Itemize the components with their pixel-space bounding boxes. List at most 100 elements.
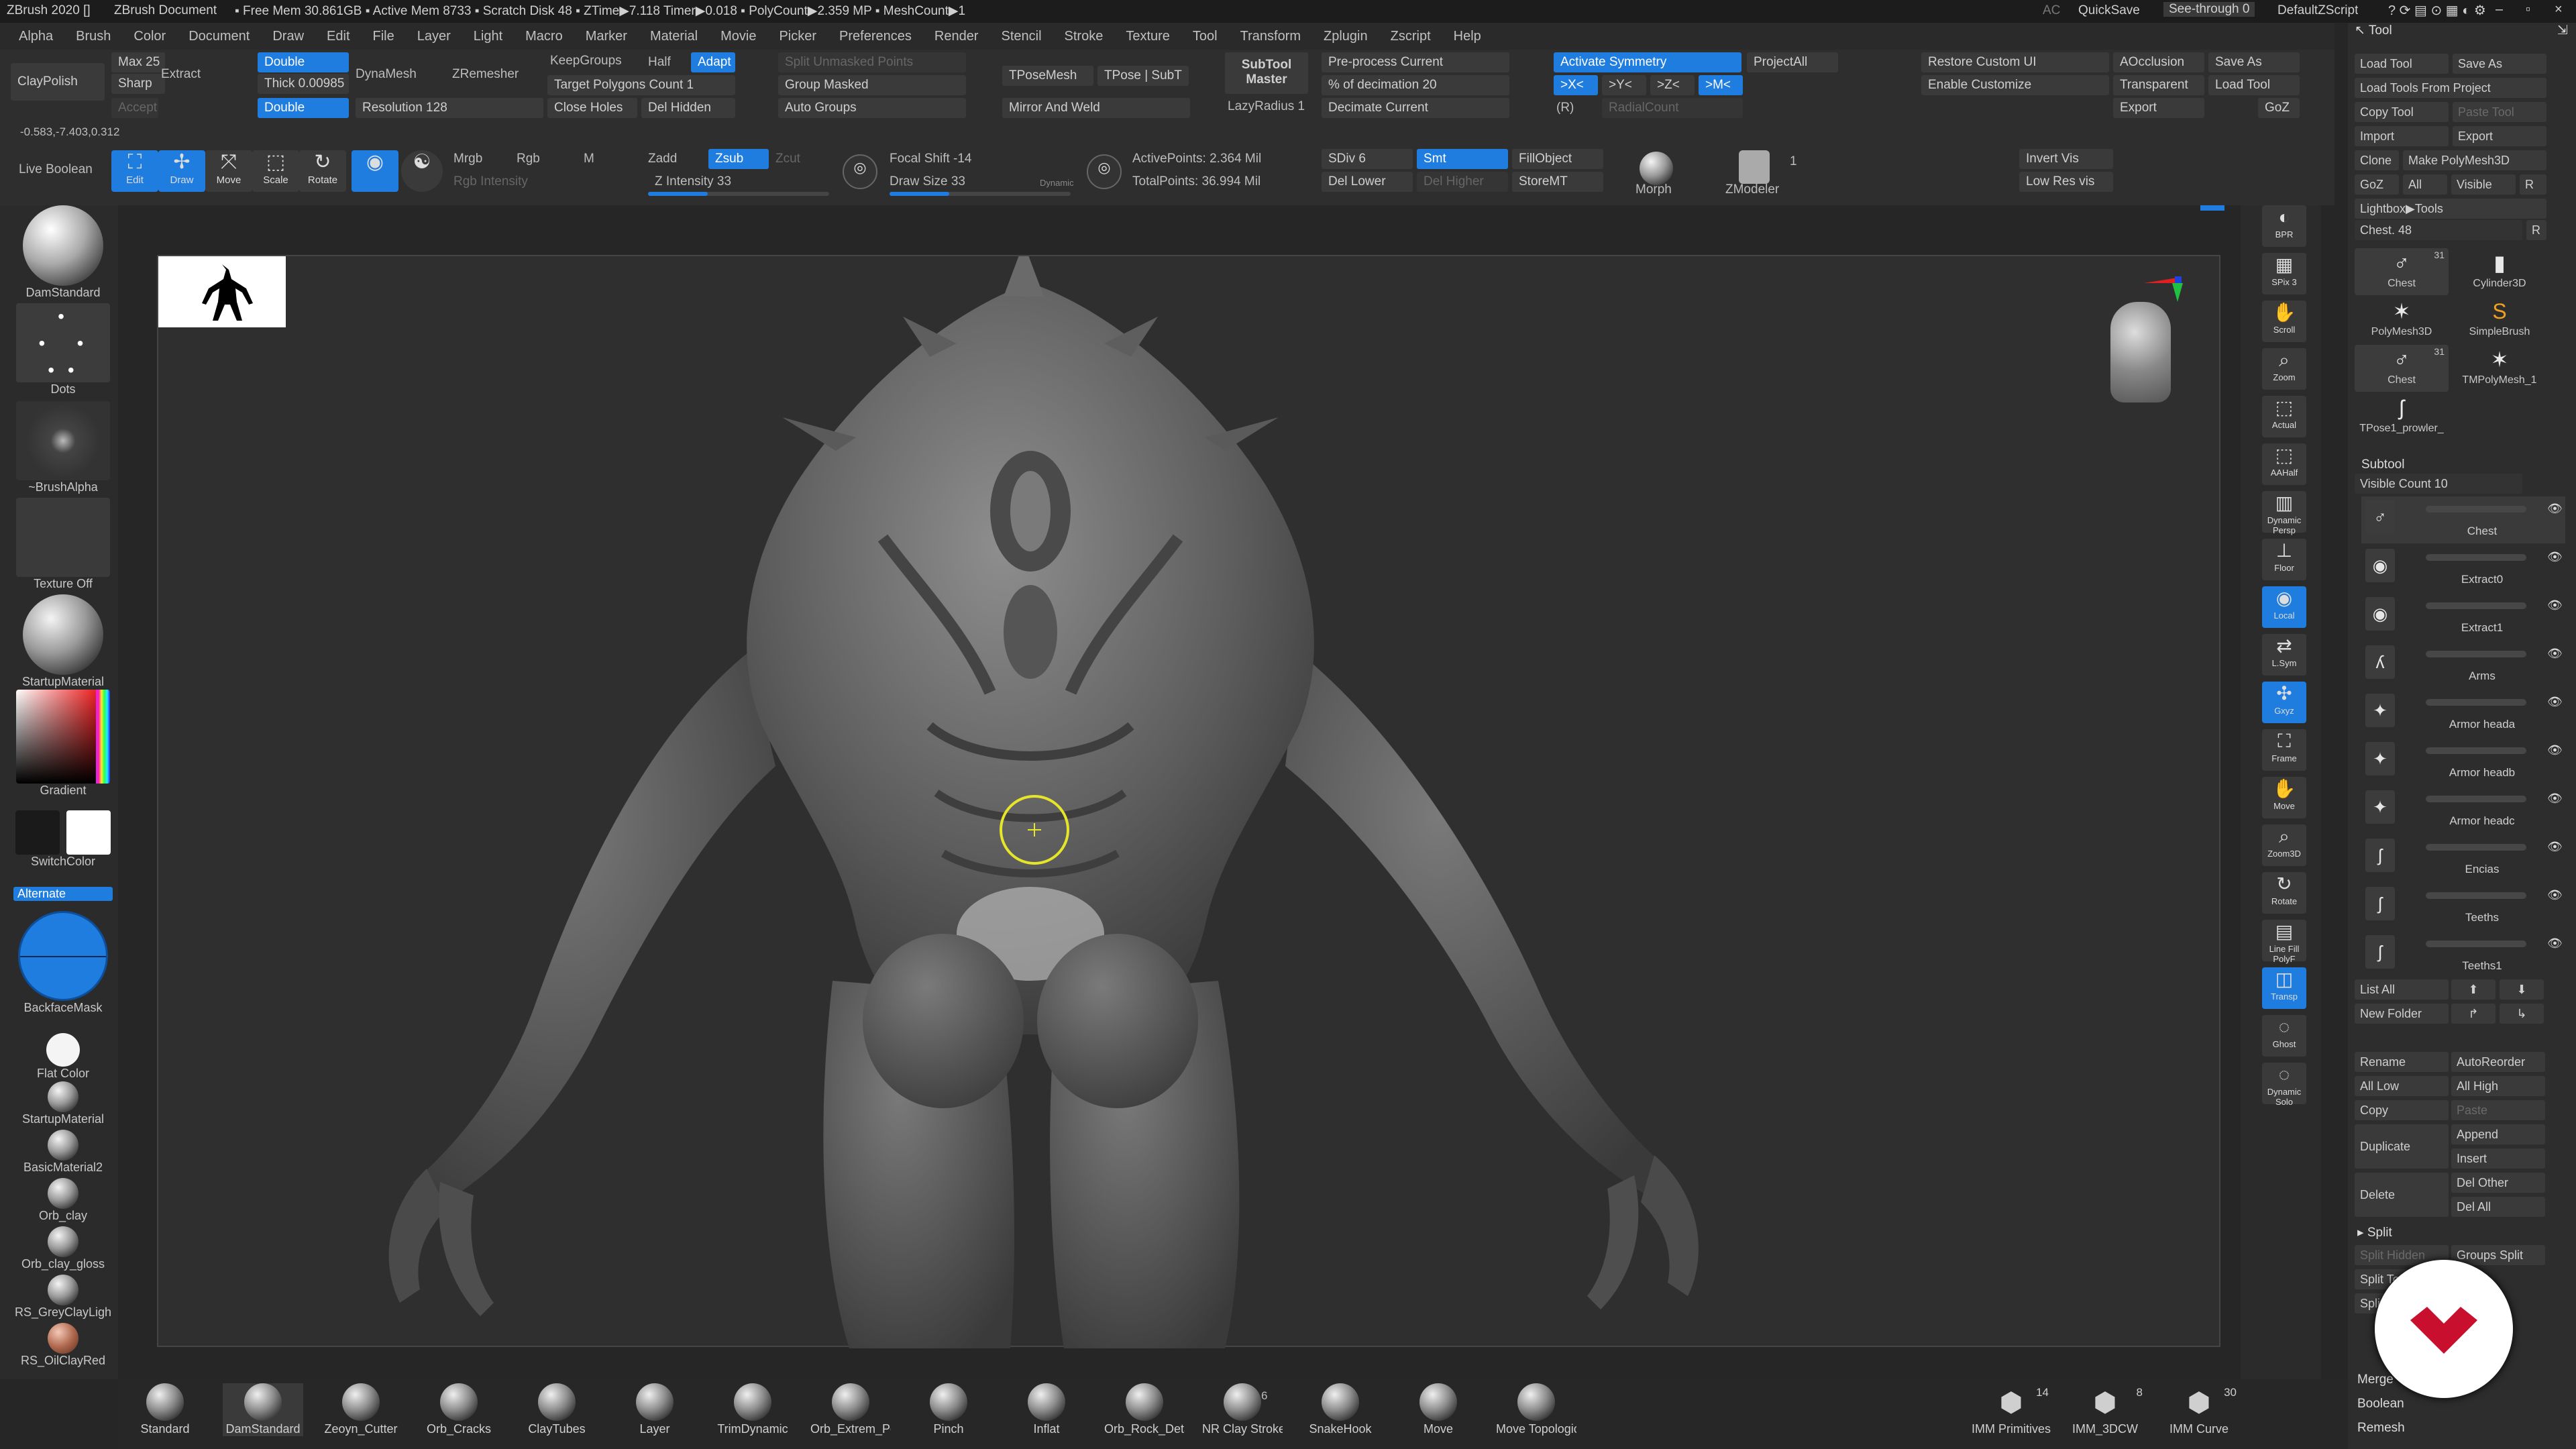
import-button[interactable]: Import (2355, 126, 2449, 146)
low-res-vis-button[interactable]: Low Res vis (2019, 172, 2113, 192)
view-floor-button[interactable]: ⊥ Floor (2262, 539, 2306, 580)
fillobject-button[interactable]: FillObject (1512, 149, 1603, 169)
claypolish-button[interactable]: ClayPolish (11, 63, 105, 101)
subtool-header[interactable]: Subtool (2361, 458, 2404, 472)
menu-texture[interactable]: Texture (1126, 23, 1170, 50)
draw-size-dial[interactable]: ◎ (1087, 154, 1122, 189)
zsub-toggle[interactable]: Zsub (708, 149, 769, 169)
subtool-toggles[interactable] (2426, 602, 2526, 609)
brush-nr-clay-strokes-i[interactable]: NR Clay Strokes I (1202, 1383, 1283, 1436)
eye-icon[interactable]: 👁 (2547, 888, 2563, 902)
radial-count-slider[interactable]: RadialCount (1602, 98, 1743, 118)
move-up-icon[interactable]: ⬆ (2451, 979, 2496, 1000)
menu-color[interactable]: Color (133, 23, 166, 50)
accept-button[interactable]: Accept (111, 98, 158, 118)
view-zoom3d-button[interactable]: ⌕ Zoom3D (2262, 824, 2306, 866)
rgb-intensity-slider[interactable]: Rgb Intensity (453, 173, 528, 191)
subtool-toggles[interactable] (2426, 747, 2526, 754)
brush-orb-rock-detail[interactable]: Orb_Rock_Detail (1104, 1383, 1185, 1436)
brush-slot[interactable]: DamStandard (13, 205, 113, 300)
gizmo-button[interactable]: ◉ (352, 150, 398, 192)
subtool-toggles[interactable] (2426, 844, 2526, 851)
insert-imm-3dcw[interactable]: ⬢ IMM_3DCW 8 (2065, 1383, 2145, 1436)
view-scroll-button[interactable]: ✋ Scroll (2262, 301, 2306, 342)
view-transp-button[interactable]: ◫ Transp (2262, 967, 2306, 1009)
insert-imm-primitives[interactable]: ⬢ IMM Primitives 14 (1971, 1383, 2051, 1436)
m-toggle[interactable]: M (584, 150, 594, 168)
make-polymesh-button[interactable]: Make PolyMesh3D (2403, 150, 2546, 170)
tpose-subt-button[interactable]: TPose | SubT (1097, 66, 1189, 86)
brush-orb-cracks[interactable]: Orb_Cracks (419, 1383, 499, 1436)
group-masked-button[interactable]: Group Masked (778, 75, 966, 95)
focal-dial[interactable]: ◎ (843, 154, 877, 189)
zmodeler-button[interactable]: ZModeler (1725, 181, 1779, 199)
subtool-teeths1[interactable]: ʃ 👁 Teeths1 (2361, 931, 2565, 978)
subtool-armor-headc[interactable]: ✦ 👁 Armor headc (2361, 786, 2565, 833)
morph-button[interactable]: Morph (1635, 181, 1672, 199)
storemt-button[interactable]: StoreMT (1512, 172, 1603, 192)
save-as-button[interactable]: Save As (2208, 52, 2300, 72)
tposemesh-button[interactable]: TPoseMesh (1002, 66, 1093, 86)
insert-button[interactable]: Insert (2451, 1148, 2545, 1169)
draw-size-track[interactable] (890, 192, 1071, 196)
chest-slider[interactable]: Chest. 48 (2355, 220, 2522, 240)
adapt-toggle[interactable]: Adapt (691, 52, 735, 72)
menu-brush[interactable]: Brush (76, 23, 111, 50)
subtool-extract0[interactable]: ◉ 👁 Extract0 (2361, 545, 2565, 592)
mrgb-toggle[interactable]: Mrgb (453, 150, 482, 168)
switch-color-button[interactable]: SwitchColor (13, 855, 113, 869)
subtool-toggles[interactable] (2426, 892, 2526, 899)
eye-icon[interactable]: 👁 (2547, 743, 2563, 757)
menu-picker[interactable]: Picker (779, 23, 816, 50)
decimate-current-button[interactable]: Decimate Current (1322, 98, 1509, 118)
view-gizmo[interactable] (2110, 275, 2184, 402)
duplicate-button[interactable]: Duplicate (2355, 1124, 2449, 1169)
subtool-toggles[interactable] (2426, 554, 2526, 561)
view-bpr-button[interactable]: ◐ BPR (2262, 205, 2306, 247)
view-dynamic-persp-button[interactable]: ▥ Dynamic Persp (2262, 491, 2306, 535)
close-icon[interactable]: × (2555, 2, 2563, 17)
window-icons[interactable]: ? ⟳ ▤ ⊙ ▦ ◐ ⚙ (2388, 2, 2486, 19)
half-toggle[interactable]: Half (648, 54, 671, 71)
r2-button[interactable]: R (2526, 220, 2546, 240)
view-l-sym-button[interactable]: ⇄ L.Sym (2262, 634, 2306, 676)
rgb-toggle[interactable]: Rgb (517, 150, 540, 168)
subtool-master-button[interactable]: SubTool Master (1225, 52, 1308, 94)
copy-tool-button[interactable]: Copy Tool (2355, 102, 2449, 122)
brush-pinch[interactable]: Pinch (908, 1383, 989, 1436)
minimize-icon[interactable]: – (2496, 2, 2503, 17)
material-rs-oilclayred[interactable]: RS_OilClayRed (13, 1323, 113, 1368)
brush-inflat[interactable]: Inflat (1006, 1383, 1087, 1436)
tool-thumb-cylinder3d[interactable]: ▮ Cylinder3D (2453, 248, 2546, 295)
draw-mode-button[interactable]: ✢ Draw (158, 150, 205, 192)
restore-custom-ui-button[interactable]: Restore Custom UI (1921, 52, 2109, 72)
move-mode-button[interactable]: ⤧ Move (205, 150, 252, 192)
brush-orb-extrem-poli[interactable]: Orb_Extrem_Poli (810, 1383, 891, 1436)
menu-movie[interactable]: Movie (720, 23, 756, 50)
rename-button[interactable]: Rename (2355, 1052, 2449, 1072)
move-down-icon[interactable]: ⬇ (2500, 979, 2544, 1000)
remesh-header[interactable]: Remesh (2357, 1421, 2405, 1436)
brush-damstandard[interactable]: DamStandard (223, 1383, 303, 1436)
copy-button[interactable]: Copy (2355, 1100, 2449, 1120)
load-from-project-button[interactable]: Load Tools From Project (2355, 78, 2546, 98)
double-toggle[interactable]: Double (258, 52, 349, 72)
live-boolean-toggle[interactable]: Live Boolean (19, 161, 93, 178)
material-slot[interactable]: StartupMaterial (13, 594, 113, 689)
tool-thumb-chest[interactable]: ♂ Chest 31 (2355, 248, 2449, 295)
menu-zscript[interactable]: Zscript (1391, 23, 1431, 50)
sym-m-toggle[interactable]: >M< (1699, 75, 1743, 95)
menu-layer[interactable]: Layer (417, 23, 451, 50)
invert-vis-button[interactable]: Invert Vis (2019, 149, 2113, 169)
mirror-weld-button[interactable]: Mirror And Weld (1002, 98, 1190, 118)
restore-icon[interactable]: ▫ (2526, 2, 2530, 17)
texture-slot[interactable]: Texture Off (13, 498, 113, 591)
view-local-button[interactable]: ◉ Local (2262, 586, 2306, 628)
visible-button[interactable]: Visible (2451, 174, 2516, 195)
color-picker[interactable]: Gradient (13, 690, 113, 798)
menu-marker[interactable]: Marker (586, 23, 627, 50)
document-canvas[interactable] (157, 255, 2220, 1348)
boolean-header[interactable]: Boolean (2357, 1397, 2404, 1411)
dynamic-toggle[interactable]: Dynamic (1040, 174, 1074, 192)
brush-standard[interactable]: Standard (125, 1383, 205, 1436)
